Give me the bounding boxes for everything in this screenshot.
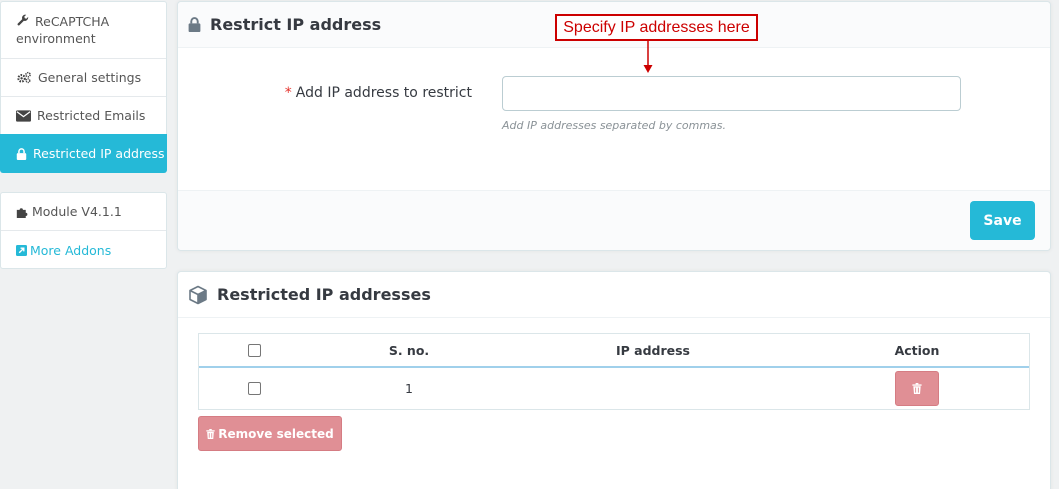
ip-field-label: * Add IP address to restrict (178, 85, 472, 101)
panel-title: Restrict IP address (210, 15, 382, 34)
sidebar-item-label: Restricted IP address (33, 146, 165, 161)
annotation-arrow (643, 41, 653, 73)
ip-field-label-text: Add IP address to restrict (295, 85, 472, 101)
panel-heading: Restricted IP addresses (178, 272, 1050, 318)
sidebar-item-label: More Addons (30, 242, 112, 258)
column-header-action: Action (894, 342, 940, 358)
restricted-ip-list-panel: Restricted IP addresses S. no. IP addres… (177, 271, 1051, 489)
sidebar-item-recaptcha-environment[interactable]: ReCAPTCHA environment (1, 2, 166, 59)
lock-icon (16, 147, 27, 160)
sidebar-item-label: ReCAPTCHA environment (16, 14, 110, 46)
sidebar-item-restricted-ip-address[interactable]: Restricted IP address (0, 134, 167, 173)
column-header-ip-address: IP address (615, 342, 691, 358)
table-row: 1 (199, 368, 1029, 409)
save-button[interactable]: Save (970, 201, 1035, 240)
sidebar-extra: Module V4.1.1 More Addons (0, 192, 167, 269)
sidebar-item-label: General settings (38, 70, 142, 85)
column-header-sno: S. no. (388, 342, 430, 358)
lock-icon (188, 17, 201, 32)
sidebar-item-general-settings[interactable]: General settings (1, 59, 166, 97)
remove-selected-button[interactable]: Remove selected (198, 416, 342, 451)
sidebar-item-label: Restricted Emails (37, 108, 146, 123)
select-all-checkbox[interactable] (248, 343, 262, 357)
cube-icon (188, 285, 208, 305)
delete-row-button[interactable] (895, 371, 939, 406)
sidebar-menu: ReCAPTCHA environment General settings R… (0, 1, 167, 173)
sidebar-item-label: Module V4.1.1 (32, 204, 122, 219)
ip-address-input[interactable] (502, 76, 961, 111)
sidebar-item-restricted-emails[interactable]: Restricted Emails (1, 97, 166, 135)
envelope-icon (16, 109, 31, 122)
trash-icon (912, 383, 922, 394)
sidebar-item-more-addons[interactable]: More Addons (1, 231, 166, 269)
row-sno: 1 (405, 381, 413, 396)
required-mark: * (284, 85, 292, 101)
ip-field-help: Add IP addresses separated by commas. (502, 119, 727, 132)
restricted-ip-table: S. no. IP address Action 1 (198, 333, 1030, 410)
panel-footer: Save (178, 190, 1050, 250)
row-checkbox[interactable] (248, 382, 262, 395)
remove-selected-label: Remove selected (218, 426, 334, 441)
trash-icon (206, 428, 215, 439)
puzzle-icon (16, 205, 29, 218)
gears-icon (16, 71, 32, 84)
annotation-callout: Specify IP addresses here (555, 14, 758, 41)
external-link-icon (16, 244, 27, 256)
table-header: S. no. IP address Action (199, 334, 1029, 368)
panel-title: Restricted IP addresses (217, 285, 431, 304)
sidebar-item-module-version: Module V4.1.1 (1, 193, 166, 231)
